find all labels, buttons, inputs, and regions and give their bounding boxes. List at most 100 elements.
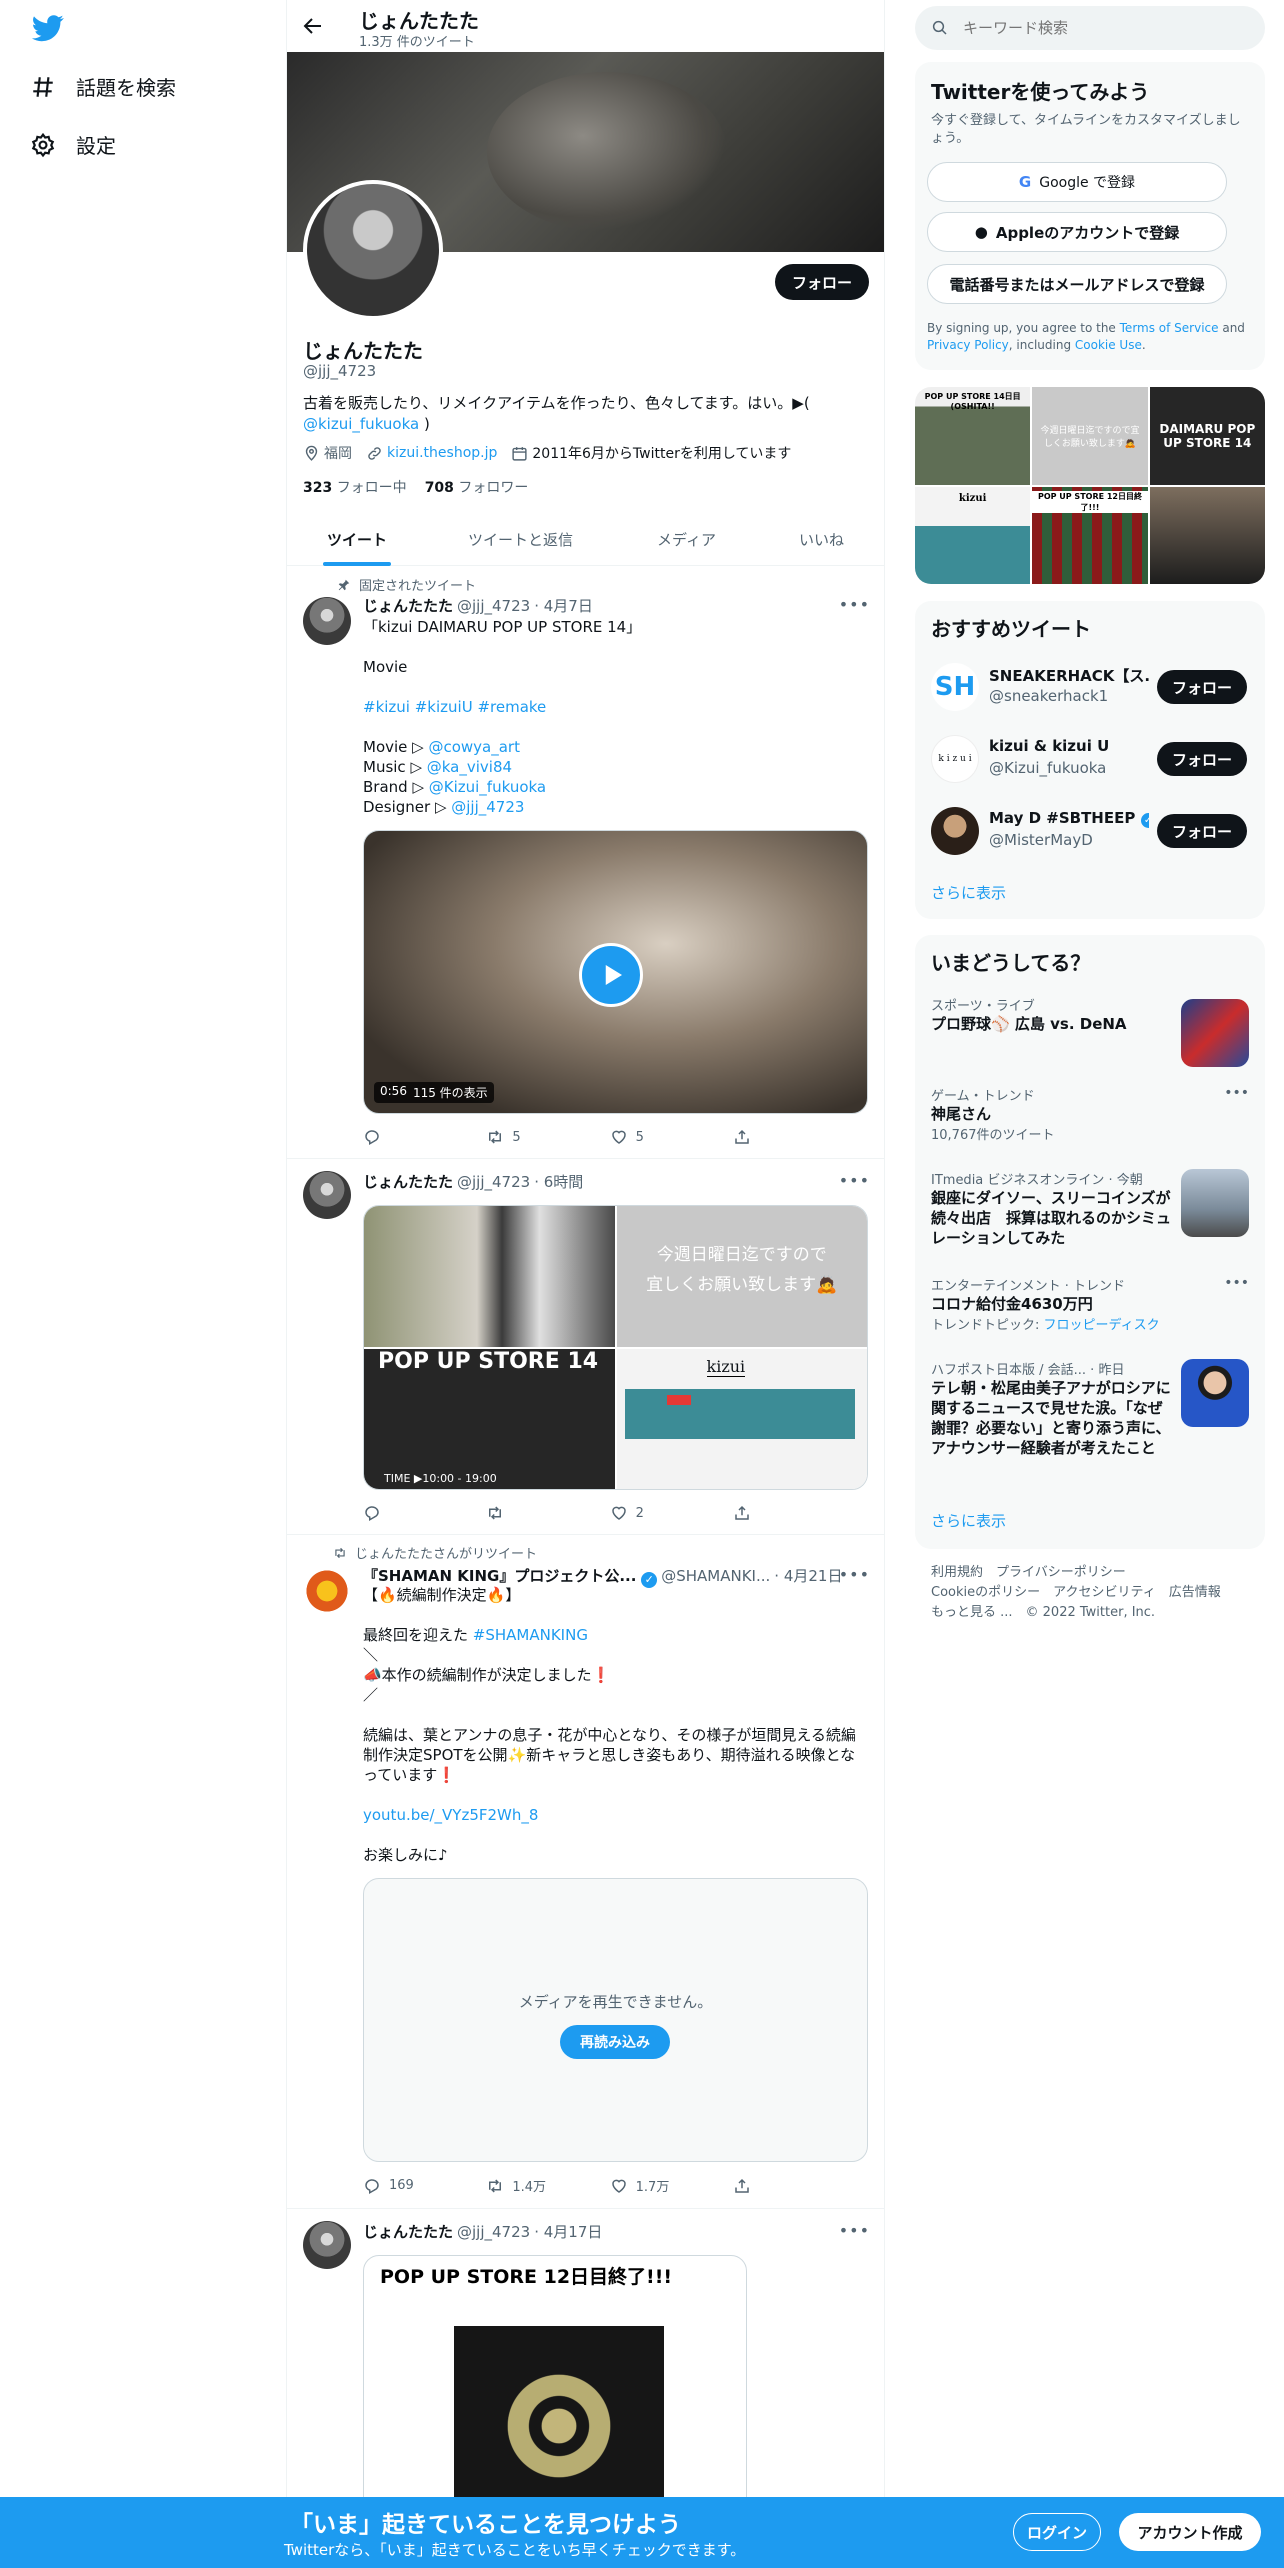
share-button[interactable] [733,1504,793,1522]
reply-button[interactable] [363,1128,449,1146]
grid-photo[interactable] [1149,486,1265,584]
search-box[interactable] [915,6,1265,50]
reply-button[interactable]: 169 [363,2176,449,2195]
twitter-logo-icon[interactable] [30,12,66,44]
tab-likes[interactable]: いいね [799,513,844,566]
more-icon[interactable]: ••• [1224,1085,1249,1101]
trend-item[interactable]: ハフポスト日本版 / 会話... · 昨日 テレ朝・松尾由美子アナがロシアに関す… [931,1359,1171,1458]
tweet-handle[interactable]: @jjj_4723 [457,597,530,615]
tweet-hashtag[interactable]: #SHAMANKING [473,1626,588,1644]
avatar[interactable]: SH [931,663,979,711]
website-link[interactable]: kizui.theshop.jp [387,445,497,461]
play-button[interactable] [579,943,643,1007]
avatar[interactable]: k i z u i [931,735,979,783]
photo[interactable]: kizui [616,1348,867,1489]
grid-photo[interactable]: POP UP STORE 12日目終了!!! [1032,486,1148,584]
avatar[interactable] [303,1567,351,1615]
more-icon[interactable]: ••• [839,595,870,614]
bio-link[interactable]: @kizui_fukuoka [303,415,419,433]
back-arrow-icon[interactable] [301,14,325,38]
avatar[interactable] [931,807,979,855]
rec-follow-button[interactable]: フォロー [1157,814,1247,848]
retweet-button[interactable] [486,1504,572,1522]
footer-line[interactable]: Cookieのポリシー アクセシビリティ 広告情報 [931,1583,1251,1603]
grid-photo[interactable]: kizui [915,486,1031,584]
grid-photo[interactable]: POP UP STORE 14日目(OSHITA!! [915,387,1031,485]
search-input[interactable] [963,19,1213,37]
tweet-link[interactable]: youtu.be/_VYz5F2Wh_8 [363,1806,538,1824]
profile-avatar[interactable] [303,180,443,320]
rec-follow-button[interactable]: フォロー [1157,670,1247,704]
rec-name[interactable]: kizui & kizui U [989,737,1149,755]
profile-follow-button[interactable]: フォロー [775,264,869,300]
footer-line[interactable]: もっと見る ... © 2022 Twitter, Inc. [931,1603,1251,1623]
trend-item[interactable]: スポーツ・ライブ プロ野球⚾ 広島 vs. DeNA [931,995,1249,1067]
trends-show-more-link[interactable]: さらに表示 [931,1510,1006,1531]
rec-name[interactable]: May D #SBTHEEP ✓ [989,809,1149,828]
phone-signup-button[interactable]: 電話番号またはメールアドレスで登録 [927,264,1227,304]
trend-topic-link[interactable]: フロッピーディスク [1044,1318,1160,1333]
trend-item[interactable]: エンターテインメント · トレンド コロナ給付金4630万円 トレンドトピック:… [931,1275,1249,1333]
like-button[interactable]: 2 [610,1504,696,1522]
avatar[interactable] [303,1171,351,1219]
credit-link[interactable]: @cowya_art [428,738,520,756]
rec-account[interactable]: SH SNEAKERHACK【ス... @sneakerhack1 フォロー [931,657,1249,717]
nav-explore[interactable]: 話題を検索 [30,72,176,101]
tweet-handle[interactable]: @jjj_4723 [457,2223,530,2241]
share-button[interactable] [733,2176,793,2195]
tweet-author[interactable]: じょんたたた [363,597,453,615]
photo[interactable]: 今週日曜日迄ですので 宜しくお願い致します🙇 [616,1206,867,1347]
nav-settings[interactable]: 設定 [30,130,116,159]
tweet-author[interactable]: じょんたたた [363,1173,453,1191]
more-icon[interactable]: ••• [839,1171,870,1190]
tweet-hashtags[interactable]: #kizui #kizuiU #remake [363,698,546,716]
share-button[interactable] [733,1128,793,1146]
followers-link[interactable]: 708 フォロワー [425,477,529,497]
credit-link[interactable]: @ka_vivi84 [427,758,512,776]
google-signup-button[interactable]: G Google で登録 [927,162,1227,202]
tweet-time[interactable]: · 4月17日 [534,2223,602,2241]
apple-signup-button[interactable]: ● Appleのアカウントで登録 [927,212,1227,252]
show-more-link[interactable]: さらに表示 [931,882,1006,903]
more-icon[interactable]: ••• [839,1565,870,1584]
tweet-retweeted[interactable]: じょんたたたさんがリツイート 『SHAMAN KING』プロジェクト公... ✓… [287,1535,884,2209]
website[interactable]: kizui.theshop.jp [366,445,497,462]
credit-link[interactable]: @Kizui_fukuoka [429,778,546,796]
photo[interactable] [364,1206,615,1347]
retweet-button[interactable]: 1.4万 [486,2176,572,2195]
tweet[interactable]: じょんたたた @jjj_4723 · 6時間 ••• 今週日曜日迄ですので 宜しくお… [287,1159,884,1535]
avatar[interactable] [303,2221,351,2269]
credit-link[interactable]: @jjj_4723 [451,798,524,816]
rec-follow-button[interactable]: フォロー [1157,742,1247,776]
rec-name[interactable]: SNEAKERHACK【ス... [989,665,1149,686]
trend-item[interactable]: ITmedia ビジネスオンライン · 今朝 銀座にダイソー、スリーコインズが続… [931,1169,1171,1248]
tweet-handle[interactable]: @jjj_4723 [457,1173,530,1191]
footer-line[interactable]: 利用規約 プライバシーポリシー [931,1563,1251,1583]
rec-account[interactable]: k i z u i kizui & kizui U @Kizui_fukuoka… [931,729,1249,789]
grid-photo[interactable]: 今週日曜日迄ですので宜しくお願い致します🙇 [1032,387,1148,485]
grid-photo[interactable]: DAIMARU POP UP STORE 14 [1149,387,1265,485]
retweet-button[interactable]: 5 [486,1128,572,1146]
reply-button[interactable] [363,1504,449,1522]
tweet-author[interactable]: 『SHAMAN KING』プロジェクト公... [363,1567,636,1585]
tweet-time[interactable]: · 4月7日 [534,597,593,615]
privacy-link[interactable]: Privacy Policy [927,338,1009,352]
tweet-time[interactable]: · 4月21日 [774,1567,842,1585]
following-link[interactable]: 323 フォロー中 [303,477,407,497]
more-icon[interactable]: ••• [1224,1275,1249,1291]
reload-button[interactable]: 再読み込み [560,2025,670,2059]
trend-item[interactable]: ゲーム・トレンド 神尾さん 10,767件のツイート ••• [931,1085,1249,1143]
login-button[interactable]: ログイン [1013,2513,1101,2551]
tweet-photos[interactable]: 今週日曜日迄ですので 宜しくお願い致します🙇 POP UP STORE 14 TI… [363,1205,868,1490]
tab-tweets[interactable]: ツイート [323,513,392,566]
like-button[interactable]: 5 [610,1128,696,1146]
tab-media[interactable]: メディア [657,513,716,566]
tab-tweets-replies[interactable]: ツイートと返信 [468,513,573,566]
more-icon[interactable]: ••• [839,2221,870,2240]
cookie-link[interactable]: Cookie Use [1075,338,1142,352]
terms-link[interactable]: Terms of Service [1120,321,1219,335]
photo[interactable]: POP UP STORE 14 TIME ▶10:00 - 19:00 [364,1348,615,1489]
like-button[interactable]: 1.7万 [610,2176,696,2195]
tweet-video[interactable]: 0:56 115 件の表示 [363,830,868,1114]
tweet-pinned[interactable]: 固定されたツイート じょんたたた @jjj_4723 · 4月7日 ••• 「kiz… [287,567,884,1159]
